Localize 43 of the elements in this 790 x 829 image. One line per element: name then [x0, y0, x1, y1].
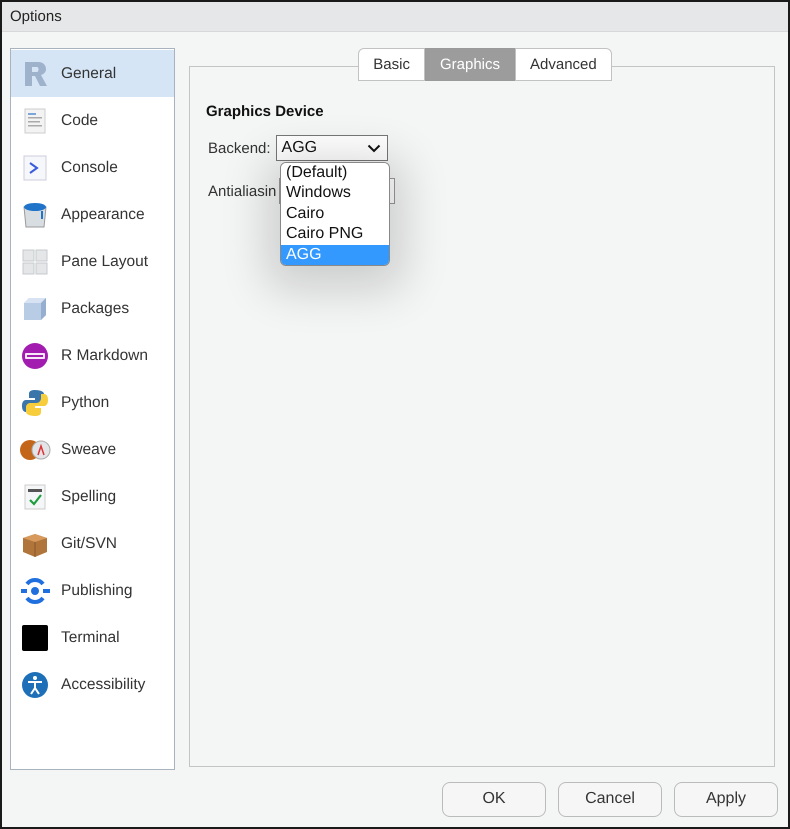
sidebar-item-label: General: [61, 64, 116, 82]
sidebar-item[interactable]: Accessibility: [11, 661, 174, 708]
sidebar-item-label: Code: [61, 112, 98, 130]
sidebar-item[interactable]: Terminal: [11, 614, 174, 661]
sidebar-item-label: R Markdown: [61, 346, 148, 364]
sidebar-item-label: Pane Layout: [61, 252, 148, 270]
dropdown-option[interactable]: Windows: [281, 183, 389, 204]
tab[interactable]: Advanced: [515, 48, 612, 81]
sidebar-item-label: Python: [61, 394, 110, 412]
sidebar-item[interactable]: Python: [11, 379, 174, 426]
sidebar-item[interactable]: Sweave: [11, 426, 174, 473]
sidebar-item[interactable]: R Markdown: [11, 332, 174, 379]
sidebar-item[interactable]: Console: [11, 144, 174, 191]
dropdown-option[interactable]: Cairo PNG: [281, 224, 389, 245]
sidebar-item[interactable]: Spelling: [11, 473, 174, 520]
tab[interactable]: Basic: [358, 48, 425, 81]
sidebar-item[interactable]: Appearance: [11, 191, 174, 238]
dialog-button[interactable]: OK: [442, 782, 546, 816]
dialog-button[interactable]: Cancel: [558, 782, 662, 816]
sidebar-item-label: Publishing: [61, 582, 133, 600]
sidebar-item[interactable]: Packages: [11, 285, 174, 332]
dropdown-option[interactable]: Cairo: [281, 204, 389, 224]
chevron-icon: [366, 144, 381, 152]
sidebar-item[interactable]: Code: [11, 97, 174, 144]
sidebar-item-label: Accessibility: [61, 676, 146, 694]
sidebar-item-label: Terminal: [61, 628, 120, 646]
sidebar-item-label: Console: [61, 158, 118, 176]
antialiasing-label: Antialiasin: [208, 182, 276, 200]
sidebar-item[interactable]: Publishing: [11, 567, 174, 614]
dropdown-option[interactable]: (Default): [281, 163, 389, 184]
sidebar-item-label: Git/SVN: [61, 534, 117, 552]
sidebar-item-label: Spelling: [61, 488, 116, 506]
window-title: Options: [10, 8, 62, 25]
sidebar-item[interactable]: Pane Layout: [11, 238, 174, 285]
sidebar-item[interactable]: Git/SVN: [11, 520, 174, 567]
sidebar-item-label: Packages: [61, 300, 130, 318]
backend-label: Backend:: [208, 140, 271, 156]
sidebar-item[interactable]: General: [11, 50, 174, 97]
sidebar-item-label: Sweave: [61, 440, 116, 458]
section-title: Graphics Device: [206, 103, 325, 120]
dialog-button[interactable]: Apply: [674, 782, 778, 816]
sidebar-item-label: Appearance: [61, 206, 145, 224]
backend-select[interactable]: AGG: [276, 135, 388, 161]
